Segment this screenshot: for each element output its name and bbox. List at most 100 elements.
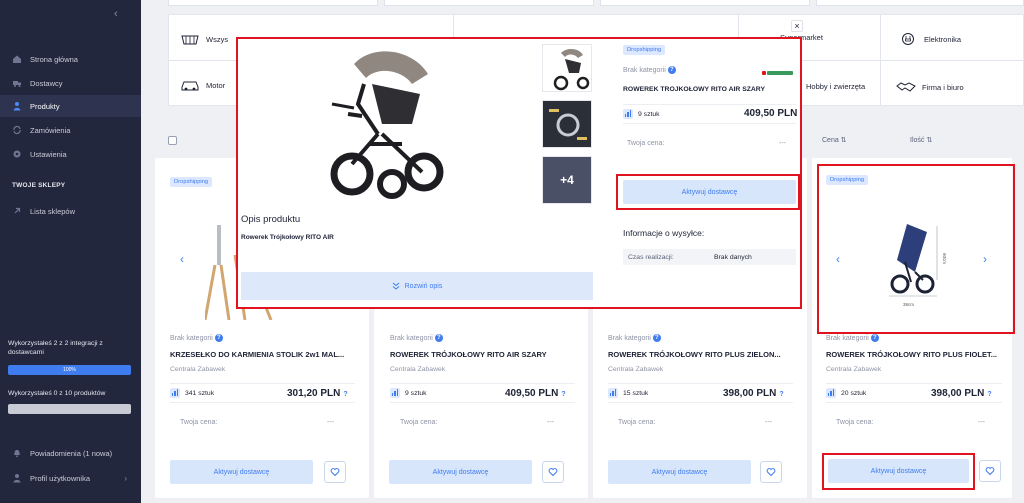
sidebar-item-orders[interactable]: Zamówienia: [0, 119, 141, 141]
chevron-left-icon[interactable]: ‹: [836, 252, 840, 266]
refresh-icon: [12, 125, 22, 135]
sidebar-item-suppliers[interactable]: Dostawcy: [0, 72, 141, 94]
supplier-name: Centrala Zabawek: [826, 366, 882, 373]
category-moto[interactable]: Motor: [180, 78, 225, 92]
favorite-button[interactable]: [979, 460, 1001, 482]
integrations-usage-text: Wykorzystałeś 2 z 2 integracji z dostawc…: [8, 340, 103, 357]
category-hobby[interactable]: Hobby i zwierzęta: [806, 82, 865, 91]
category-electronics[interactable]: Elektronika: [898, 32, 961, 46]
product-title[interactable]: ROWEREK TRÓJKOŁOWY RITO PLUS ZIELON...: [608, 350, 798, 359]
sidebar-item-label: Zamówienia: [30, 125, 71, 135]
filter-field[interactable]: [168, 0, 378, 6]
notifications-link[interactable]: Powiadomienia (1 nowa): [0, 444, 141, 462]
product-title[interactable]: ROWEREK TRÓJKOŁOWY RITO AIR SZARY: [390, 350, 580, 359]
column-quantity-sort[interactable]: Ilość ⇅: [910, 136, 932, 144]
sidebar-item-label: Ustawienia: [30, 149, 67, 159]
expand-description-button[interactable]: Rozwiń opis: [241, 272, 593, 300]
heart-icon: [548, 468, 558, 477]
folded-tricycle-image: [889, 224, 938, 297]
sidebar-item-products[interactable]: Produkty: [0, 95, 141, 117]
category-all[interactable]: Wszys: [180, 32, 228, 46]
home-icon: [12, 54, 22, 64]
help-icon[interactable]: ?: [652, 334, 661, 342]
your-price-label: Twoja cena:: [400, 419, 438, 426]
width-dimension: 38cm: [903, 302, 915, 307]
select-all-checkbox[interactable]: [168, 136, 177, 145]
product-price: 409,50 PLN?: [505, 388, 566, 399]
filter-field[interactable]: [816, 0, 1024, 6]
chevron-right-icon[interactable]: ›: [983, 252, 987, 266]
user-icon: [12, 473, 22, 483]
lead-time-value: Brak danych: [714, 253, 752, 261]
column-price-sort[interactable]: Cena ⇅: [822, 136, 847, 144]
chevron-left-icon[interactable]: ‹: [180, 252, 184, 266]
more-images-thumbnail[interactable]: +4: [542, 156, 592, 204]
supplier-name: Centrala Zabawek: [170, 366, 226, 373]
wheel-detail-thumbnail: [549, 109, 587, 140]
supplier-name: Centrala Zabawek: [390, 366, 446, 373]
category-label: Hobby i zwierzęta: [806, 82, 866, 91]
lead-time-row: Czas realizacji: Brak danych: [623, 249, 796, 265]
activate-supplier-button[interactable]: Aktywuj dostawcę: [608, 460, 751, 484]
expand-description-label: Rozwiń opis: [404, 282, 443, 290]
help-icon[interactable]: ?: [870, 334, 879, 342]
product-price: 398,00 PLN?: [723, 388, 784, 399]
category-office[interactable]: Firma i biuro: [896, 80, 964, 94]
help-icon[interactable]: ?: [214, 334, 223, 342]
sidebar-item-shop-list[interactable]: Lista sklepów: [0, 200, 141, 222]
stock-quantity: 9 sztuk: [638, 110, 660, 118]
profile-link[interactable]: Profil użytkownika ›: [0, 469, 141, 487]
info-icon: ?: [779, 391, 784, 398]
dropshipping-badge: Dropshipping: [826, 175, 869, 185]
help-icon[interactable]: ?: [667, 66, 676, 74]
filter-field[interactable]: [600, 0, 810, 6]
divider: [880, 14, 881, 106]
sidebar-item-home[interactable]: Strona główna: [0, 48, 141, 70]
favorite-button[interactable]: [542, 461, 564, 483]
stock-quantity: 9 sztuk: [405, 389, 427, 397]
activate-supplier-button[interactable]: Aktywuj dostawcę: [623, 180, 796, 204]
stock-quantity: 20 sztuk: [841, 389, 867, 397]
height-dimension: 60cm: [942, 252, 948, 265]
heart-icon: [985, 467, 995, 476]
product-price: 409,50 PLN: [744, 108, 798, 119]
info-icon: ?: [561, 391, 566, 398]
sidebar-item-settings[interactable]: Ustawienia: [0, 143, 141, 165]
your-price-value: ---: [978, 419, 985, 426]
category-label: Elektronika: [924, 34, 962, 44]
product-title[interactable]: KRZESEŁKO DO KARMIENIA STOLIK 2w1 MAL...: [170, 350, 360, 359]
category-label: Brak kategorii?: [170, 334, 223, 342]
favorite-button[interactable]: [760, 461, 782, 483]
filter-field[interactable]: [384, 0, 594, 6]
sidebar-item-label: Lista sklepów: [30, 206, 76, 216]
user-icon: [12, 101, 22, 111]
truck-icon: [12, 78, 22, 88]
integrations-progress-bar: 100%: [8, 365, 131, 375]
gear-icon: [12, 149, 22, 159]
link-icon: [12, 206, 22, 216]
handshake-icon: [896, 82, 916, 92]
shops-section-heading: TWOJE SKLEPY: [12, 182, 66, 189]
thumbnail-image[interactable]: [542, 44, 592, 92]
product-title: ROWEREK TRÓJKOŁOWY RITO AIR SZARY: [623, 86, 765, 93]
your-price-value: ---: [327, 419, 334, 426]
profile-label: Profil użytkownika: [30, 473, 91, 483]
info-icon: ?: [987, 391, 992, 398]
stock-chart-icon: [608, 388, 618, 398]
favorite-button[interactable]: [324, 461, 346, 483]
activate-supplier-button[interactable]: Aktywuj dostawcę: [170, 460, 313, 484]
activate-supplier-button[interactable]: Aktywuj dostawcę: [828, 459, 969, 483]
bell-icon: [12, 448, 22, 458]
collapse-sidebar-icon[interactable]: ‹: [114, 8, 118, 20]
your-price-label: Twoja cena:: [180, 419, 218, 426]
products-usage-text: Wykorzystałeś 0 z 10 produktów: [8, 390, 106, 397]
thumbnail-image[interactable]: [542, 100, 592, 148]
basket-icon: [181, 35, 199, 45]
activate-supplier-button[interactable]: Aktywuj dostawcę: [389, 460, 532, 484]
description-heading: Opis produktu: [241, 214, 301, 225]
close-icon[interactable]: ×: [791, 20, 803, 32]
help-icon[interactable]: ?: [434, 334, 443, 342]
double-chevron-down-icon: [392, 282, 399, 290]
product-title[interactable]: ROWEREK TRÓJKOŁOWY RITO PLUS FIOLET...: [826, 350, 1006, 359]
products-progress-bar: [8, 404, 131, 414]
